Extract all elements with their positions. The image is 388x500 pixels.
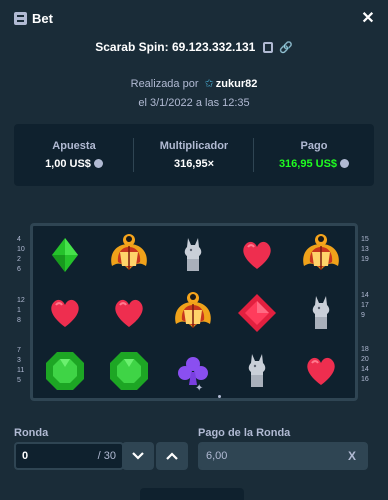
stat-label: Multiplicador	[159, 140, 229, 152]
jackal-statue-icon	[225, 342, 289, 400]
red-heart-icon	[289, 342, 353, 400]
placed-by-label: Realizada por	[130, 78, 199, 90]
round-payout-value: 6,00	[206, 450, 228, 462]
scarab-icon	[289, 226, 353, 284]
green-emerald-icon	[97, 342, 161, 400]
jackal-statue-icon	[289, 284, 353, 342]
slot-board	[30, 223, 358, 401]
clear-icon: X	[347, 449, 356, 463]
payline-numbers-left-3: 7 3 11 5	[17, 347, 25, 384]
scarab-icon	[161, 284, 225, 342]
link-icon[interactable]: 🔗	[279, 41, 293, 54]
round-total: / 30	[97, 450, 116, 462]
round-label: Ronda	[14, 427, 49, 439]
modal-title: Bet	[32, 11, 53, 26]
chevron-down-icon	[132, 452, 144, 460]
stat-bet-amount: Apuesta 1,00 US$	[14, 124, 134, 186]
indicator-dot	[218, 395, 221, 398]
round-value: 0	[22, 450, 29, 462]
stat-label: Pago	[300, 140, 328, 152]
purple-club-icon	[161, 342, 225, 400]
payline-numbers-right-3: 18 20 14 16	[361, 346, 369, 383]
round-down-button[interactable]	[122, 442, 154, 470]
close-icon[interactable]: ✕	[360, 8, 376, 28]
red-heart-icon	[33, 284, 97, 342]
modal-header: Bet ✕	[0, 0, 388, 38]
payline-numbers-left-2: 12 1 8	[17, 297, 25, 324]
sparkle-icon: ✦	[195, 383, 204, 394]
payline-numbers-left-1: 4 10 2 6	[17, 236, 25, 273]
stat-value: 316,95 US$	[254, 158, 374, 170]
scarab-icon	[97, 226, 161, 284]
jackal-statue-icon	[161, 226, 225, 284]
green-gem-icon	[33, 226, 97, 284]
round-payout-label: Pago de la Ronda	[198, 427, 291, 439]
currency-icon	[93, 159, 103, 168]
payline-numbers-right-2: 14 17 9	[361, 292, 369, 319]
bottom-tab	[140, 488, 244, 500]
red-diamond-icon	[225, 284, 289, 342]
round-payout-field: 6,00 X	[198, 442, 368, 470]
currency-icon	[340, 159, 350, 168]
copy-icon[interactable]	[262, 42, 273, 53]
round-up-button[interactable]	[156, 442, 188, 470]
green-emerald-icon	[33, 342, 97, 400]
round-input[interactable]: 0 / 30	[14, 442, 124, 470]
stat-label: Apuesta	[52, 140, 96, 152]
stat-value: 1,00 US$	[14, 158, 134, 170]
placed-by-line: Realizada por ✩ zukur82	[0, 77, 388, 90]
vip-star-icon: ✩	[204, 78, 214, 90]
chevron-up-icon	[166, 452, 178, 460]
bet-stats-panel: Apuesta 1,00 US$ Multiplicador 316,95× P…	[14, 124, 374, 186]
game-title: Scarab Spin: 69.123.332.131	[95, 40, 256, 54]
bet-date: el 3/1/2022 a las 12:35	[138, 97, 250, 109]
username[interactable]: zukur82	[216, 78, 258, 90]
red-heart-icon	[97, 284, 161, 342]
game-title-line: Scarab Spin: 69.123.332.131 🔗	[0, 40, 388, 54]
bet-icon	[14, 12, 27, 25]
stat-value: 316,95×	[173, 158, 215, 170]
red-heart-icon	[225, 226, 289, 284]
stat-multiplier: Multiplicador 316,95×	[134, 124, 254, 186]
payline-numbers-right-1: 15 13 19	[361, 236, 369, 263]
stat-payout: Pago 316,95 US$	[254, 124, 374, 186]
